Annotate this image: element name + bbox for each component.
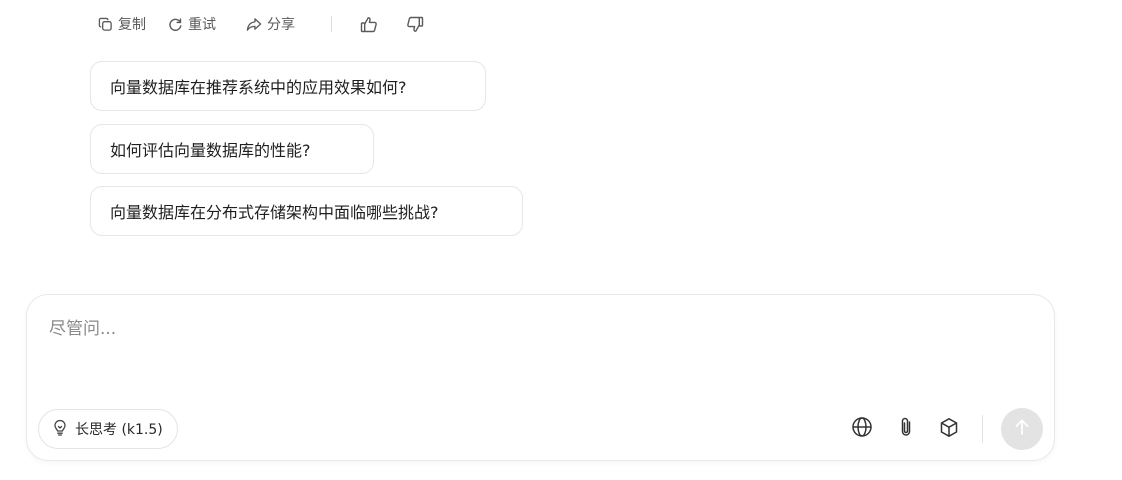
web-search-button[interactable] (849, 416, 875, 442)
send-button[interactable] (1001, 408, 1043, 450)
suggestion-text: 向量数据库在推荐系统中的应用效果如何? (110, 78, 407, 97)
copy-label: 复制 (118, 17, 146, 33)
retry-button[interactable]: 重试 (168, 14, 246, 34)
suggestion-chip[interactable]: 如何评估向量数据库的性能? (90, 124, 374, 174)
thumb-down-icon (406, 16, 424, 33)
message-action-bar: 复制 重试 分享 (98, 11, 424, 37)
lightbulb-icon (52, 419, 68, 440)
tools-button[interactable] (936, 416, 962, 442)
message-input[interactable] (49, 315, 1009, 343)
refresh-icon (168, 17, 183, 32)
attach-file-button[interactable] (893, 416, 919, 442)
copy-button[interactable]: 复制 (98, 14, 168, 34)
dislike-button[interactable] (406, 16, 424, 33)
retry-label: 重试 (188, 17, 216, 33)
share-label: 分享 (267, 17, 295, 33)
globe-icon (851, 416, 873, 442)
suggestion-text: 向量数据库在分布式存储架构中面临哪些挑战? (110, 203, 439, 222)
share-button[interactable]: 分享 (246, 14, 331, 34)
cube-icon (939, 417, 959, 442)
thumb-up-icon (360, 16, 378, 33)
action-divider (331, 16, 332, 32)
paperclip-icon (899, 416, 913, 442)
toolbar-divider (982, 415, 983, 443)
suggestion-chip[interactable]: 向量数据库在推荐系统中的应用效果如何? (90, 61, 486, 111)
share-icon (246, 17, 262, 32)
long-think-label: 长思考 (k1.5) (75, 422, 163, 438)
like-button[interactable] (360, 16, 406, 33)
copy-icon (98, 17, 113, 32)
chat-composer: 长思考 (k1.5) (26, 294, 1055, 461)
long-think-toggle[interactable]: 长思考 (k1.5) (38, 409, 178, 449)
arrow-up-icon (1014, 418, 1030, 440)
suggestion-text: 如何评估向量数据库的性能? (110, 141, 311, 160)
suggestion-chip[interactable]: 向量数据库在分布式存储架构中面临哪些挑战? (90, 186, 523, 236)
